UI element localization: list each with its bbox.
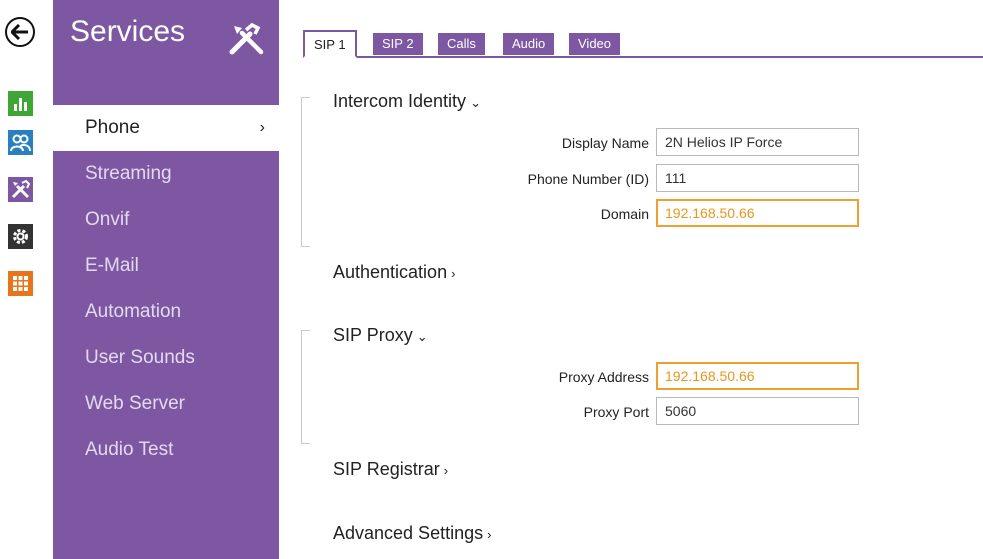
system-grid-icon[interactable] [8, 271, 33, 296]
section-title: Advanced Settings [333, 523, 484, 543]
tab-audio[interactable]: Audio [503, 33, 555, 55]
chevron-right-icon: › [443, 463, 449, 478]
proxy-address-input[interactable] [656, 362, 859, 390]
services-menu: Phone › Streaming Onvif E-Mail Automatio… [53, 105, 279, 473]
sidebar-item-audio-test[interactable]: Audio Test [53, 427, 279, 473]
advanced-settings-header[interactable]: Advanced Settings › [333, 523, 491, 544]
domain-input[interactable] [656, 199, 859, 227]
proxy-address-label: Proxy Address [558, 369, 649, 385]
chevron-right-icon: › [451, 266, 456, 281]
chevron-right-icon: › [487, 527, 492, 542]
section-title: Authentication [333, 262, 448, 282]
section-title: SIP Proxy [333, 325, 413, 345]
chevron-down-icon: ⌄ [416, 329, 428, 344]
status-chart-icon[interactable] [8, 91, 33, 116]
sidebar-title: Services [70, 15, 186, 48]
intercom-identity-header[interactable]: Intercom Identity ⌄ [333, 91, 481, 112]
services-tools-icon[interactable] [8, 177, 33, 202]
tab-video[interactable]: Video [569, 33, 621, 55]
proxy-port-label: Proxy Port [583, 404, 649, 420]
sidebar-item-email[interactable]: E-Mail [53, 243, 279, 289]
tab-sip-1[interactable]: SIP 1 [303, 30, 357, 58]
domain-label: Domain [600, 206, 649, 222]
section-title: Intercom Identity [333, 91, 467, 111]
sidebar-item-label: Phone [85, 117, 140, 138]
back-arrow-icon[interactable] [5, 17, 35, 47]
section-bracket [301, 97, 310, 247]
directory-users-icon[interactable] [8, 130, 33, 155]
chevron-right-icon: › [259, 119, 265, 136]
sidebar-item-phone[interactable]: Phone › [53, 105, 279, 151]
authentication-header[interactable]: Authentication › [333, 262, 455, 283]
sip-proxy-header[interactable]: SIP Proxy ⌄ [333, 325, 428, 346]
hardware-gear-icon[interactable] [8, 224, 33, 249]
section-title: SIP Registrar [333, 459, 440, 479]
tab-sip-2[interactable]: SIP 2 [373, 33, 423, 55]
chevron-down-icon: ⌄ [470, 95, 481, 110]
icon-rail [0, 0, 38, 559]
sidebar-item-onvif[interactable]: Onvif [53, 197, 279, 243]
sidebar-item-automation[interactable]: Automation [53, 289, 279, 335]
display-name-label: Display Name [561, 135, 649, 151]
sidebar-item-streaming[interactable]: Streaming [53, 151, 279, 197]
section-bracket [301, 330, 310, 444]
services-sidebar: Services Phone › Streaming Onvif E-Mail … [53, 0, 279, 559]
phone-number-label: Phone Number (ID) [527, 171, 649, 187]
sip-registrar-header[interactable]: SIP Registrar › [333, 459, 448, 480]
sidebar-item-web-server[interactable]: Web Server [53, 381, 279, 427]
tab-bar: SIP 1 SIP 2 Calls Audio Video [303, 30, 983, 58]
display-name-input[interactable] [656, 128, 859, 156]
tab-calls[interactable]: Calls [438, 33, 485, 55]
tools-icon [229, 22, 264, 55]
sidebar-item-user-sounds[interactable]: User Sounds [53, 335, 279, 381]
phone-number-input[interactable] [656, 164, 859, 192]
proxy-port-input[interactable] [656, 397, 859, 425]
